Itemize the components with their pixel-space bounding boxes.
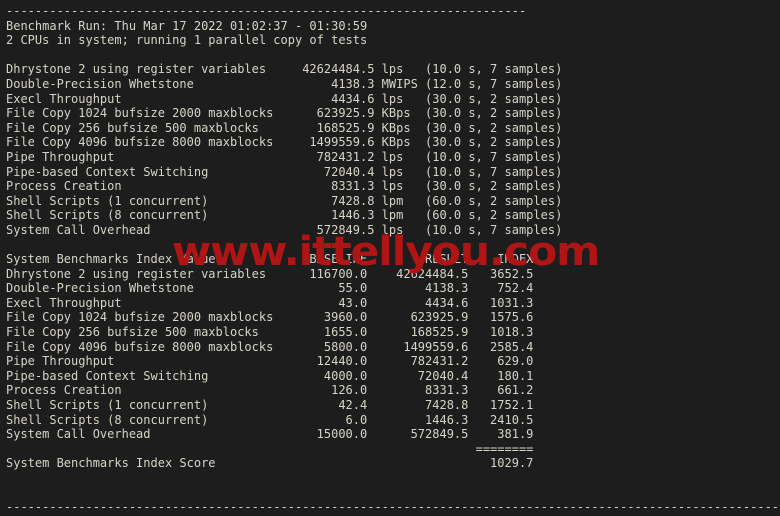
benchmark-run-line: Benchmark Run: Thu Mar 17 2022 01:02:37 … <box>6 18 368 33</box>
top-divider-rule: ----------------------------------------… <box>6 4 527 18</box>
index-values-block: System Benchmarks Index Values BASELINE … <box>6 252 534 471</box>
spacer-line-2 <box>6 238 780 253</box>
spacer-line-3 <box>6 471 780 486</box>
spacer-line-4 <box>6 486 780 501</box>
raw-results-block: Dhrystone 2 using register variables 426… <box>6 62 563 237</box>
terminal-window: ----------------------------------------… <box>0 0 780 516</box>
bottom-divider-rule: ----------------------------------------… <box>6 500 780 515</box>
cpu-info-line: 2 CPUs in system; running 1 parallel cop… <box>6 33 368 48</box>
spacer-line-1 <box>6 48 780 63</box>
